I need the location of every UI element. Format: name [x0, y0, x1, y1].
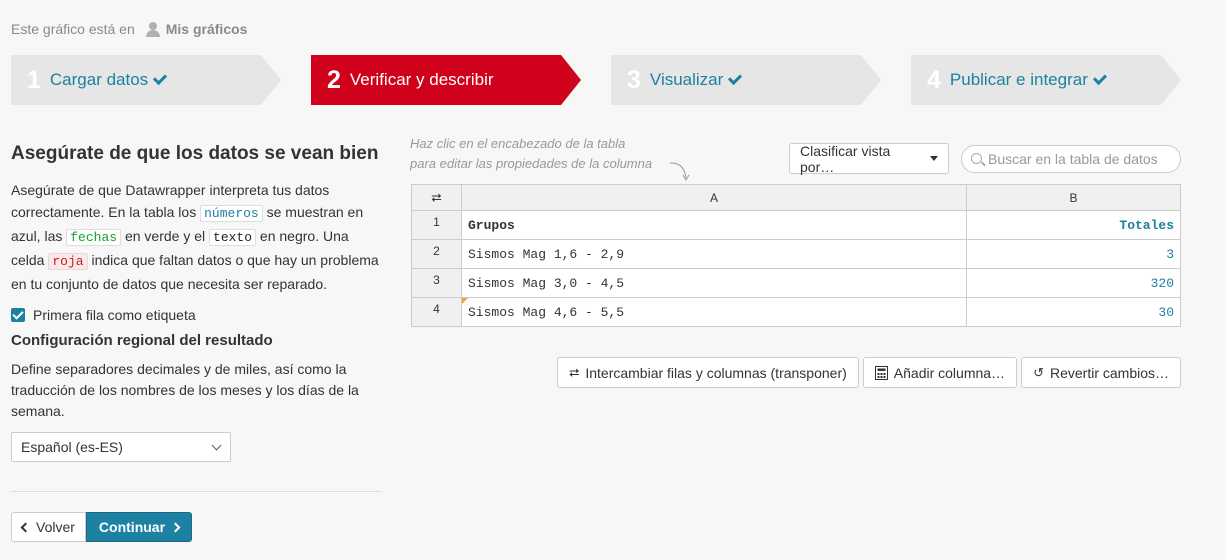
locale-description: Define separadores decimales y de miles,…	[11, 361, 359, 419]
check-icon	[153, 70, 168, 86]
step-number: 3	[627, 65, 641, 94]
table-row: 1 Grupos Totales	[411, 210, 1181, 240]
table-cell[interactable]: Sismos Mag 3,0 - 4,5	[461, 268, 967, 298]
table-cell[interactable]: 30	[966, 297, 1181, 327]
chevron-left-icon	[20, 522, 31, 532]
calculator-icon	[874, 365, 888, 380]
row-number: 1	[411, 210, 462, 240]
table-cell[interactable]: Sismos Mag 1,6 - 2,9	[461, 239, 967, 269]
step-publish-embed[interactable]: 4 Publicar e integrar	[911, 55, 1181, 105]
locale-value: Español (es-ES)	[21, 439, 123, 455]
step-number: 1	[27, 65, 41, 94]
table-cell[interactable]: 320	[966, 268, 1181, 298]
table-cell[interactable]: Grupos	[461, 210, 967, 240]
left-panel: Asegúrate de que los datos se vean bien …	[11, 140, 381, 462]
step-nav-buttons: Volver Continuar	[11, 512, 193, 542]
continue-button[interactable]: Continuar	[85, 512, 193, 542]
chevron-right-icon	[170, 522, 181, 532]
step-label: Publicar e integrar	[949, 70, 1088, 89]
location-prefix: Este gráfico está en	[11, 21, 135, 37]
checkbox-label: Primera fila como etiqueta	[33, 307, 196, 323]
back-button[interactable]: Volver	[11, 512, 86, 542]
folder-link[interactable]: Mis gráficos	[166, 21, 248, 37]
locale-select[interactable]: Español (es-ES)	[11, 432, 231, 462]
table-header-row: ⮂ A B	[411, 184, 1181, 211]
revert-button[interactable]: ↺ Revertir cambios…	[1021, 357, 1181, 388]
divider	[11, 491, 381, 492]
step-check-describe[interactable]: 2 Verificar y describir	[311, 55, 581, 105]
revert-label: Revertir cambios…	[1049, 364, 1169, 381]
row-number: 3	[411, 268, 462, 298]
table-cell[interactable]: Sismos Mag 4,6 - 5,5	[461, 297, 967, 327]
table-cell[interactable]: 3	[966, 239, 1181, 269]
text-example: texto	[209, 229, 257, 246]
hint-line: Haz clic en el encabezado de la tabla	[410, 136, 626, 151]
data-table: ⮂ A B 1 Grupos Totales 2 Sismos Mag 1,6 …	[411, 184, 1181, 327]
table-cell[interactable]: Totales	[966, 210, 1181, 240]
chevron-down-icon	[211, 440, 222, 451]
step-label: Cargar datos	[49, 70, 149, 89]
continue-label: Continuar	[98, 519, 166, 535]
desc-part: en verde y el	[124, 228, 206, 244]
row-number: 4	[411, 297, 468, 327]
red-example: roja	[48, 253, 88, 270]
page-title: Asegúrate de que los datos se vean bien	[11, 143, 379, 164]
checkbox-checked[interactable]	[11, 308, 25, 322]
table-actions: ⮂ Intercambiar filas y columnas (transpo…	[556, 357, 1181, 388]
swap-icon: ⮂	[431, 189, 442, 205]
step-label: Verificar y describir	[349, 70, 494, 89]
curved-arrow-icon	[669, 162, 690, 181]
numbers-example: números	[200, 205, 263, 222]
step-upload-data[interactable]: 1 Cargar datos	[11, 55, 281, 105]
caret-down-icon	[930, 156, 938, 161]
transpose-button[interactable]: ⮂ Intercambiar filas y columnas (transpo…	[556, 357, 859, 388]
row-number-label: 4	[433, 302, 440, 316]
step-label: Visualizar	[649, 70, 724, 89]
check-icon	[728, 70, 743, 86]
table-row: 4 Sismos Mag 4,6 - 5,5 30	[411, 297, 1181, 327]
dates-example: fechas	[66, 229, 122, 246]
hint-line: para editar las propiedades de la column…	[410, 156, 653, 171]
check-icon	[1092, 70, 1107, 86]
sort-label: Clasificar vista por…	[800, 142, 891, 175]
locale-title: Configuración regional del resultado	[11, 332, 273, 349]
instructions-text: Asegúrate de que Datawrapper interpreta …	[11, 179, 381, 295]
table-hint: Haz clic en el encabezado de la tabla pa…	[410, 134, 652, 174]
user-icon	[145, 21, 161, 37]
add-column-button[interactable]: Añadir columna…	[862, 357, 1018, 388]
column-header-b[interactable]: B	[966, 184, 1181, 211]
add-column-label: Añadir columna…	[893, 364, 1006, 381]
table-row: 2 Sismos Mag 1,6 - 2,9 3	[411, 239, 1181, 269]
search-icon	[971, 153, 982, 164]
first-row-label-option[interactable]: Primera fila como etiqueta	[11, 307, 381, 323]
table-row: 3 Sismos Mag 3,0 - 4,5 320	[411, 268, 1181, 298]
step-visualize[interactable]: 3 Visualizar	[611, 55, 881, 105]
search-placeholder: Buscar en la tabla de datos	[988, 151, 1158, 167]
chart-location: Este gráfico está en Mis gráficos	[11, 21, 247, 37]
warning-flag-icon	[462, 298, 468, 304]
swap-icon: ⮂	[568, 364, 580, 380]
transpose-corner[interactable]: ⮂	[411, 184, 462, 211]
table-search-input[interactable]: Buscar en la tabla de datos	[961, 145, 1181, 173]
row-number: 2	[411, 239, 462, 269]
transpose-label: Intercambiar filas y columnas (transpone…	[585, 364, 847, 381]
back-label: Volver	[36, 519, 75, 535]
column-header-a[interactable]: A	[461, 184, 967, 211]
step-number: 4	[927, 65, 941, 94]
undo-icon: ↺	[1033, 364, 1044, 380]
sort-view-dropdown[interactable]: Clasificar vista por…	[789, 142, 949, 175]
step-navigation: 1 Cargar datos 2 Verificar y describir 3…	[11, 55, 1181, 105]
step-number: 2	[327, 65, 341, 94]
